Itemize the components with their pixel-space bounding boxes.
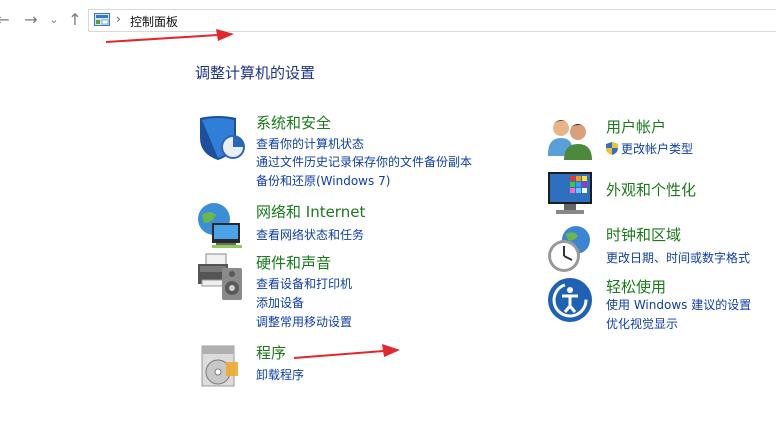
system-security-shield-icon[interactable] (196, 112, 246, 162)
category-title[interactable]: 硬件和声音 (256, 252, 331, 273)
link-recommended-settings[interactable]: 使用 Windows 建议的设置 (606, 296, 751, 313)
monitor-palette-icon[interactable] (546, 168, 596, 218)
annotation-arrow (105, 29, 234, 43)
link-backup-restore[interactable]: 备份和还原(Windows 7) (256, 172, 390, 189)
programs-disc-icon[interactable] (196, 342, 246, 392)
category-title[interactable]: 用户帐户 (606, 116, 666, 137)
link-uninstall-program[interactable]: 卸载程序 (256, 366, 304, 383)
clock-globe-icon[interactable] (546, 224, 596, 274)
uac-shield-icon (606, 142, 618, 155)
link-view-computer-status[interactable]: 查看你的计算机状态 (256, 135, 364, 152)
page-title: 调整计算机的设置 (195, 64, 316, 82)
users-icon[interactable] (546, 114, 596, 164)
link-optimize-visual-display[interactable]: 优化视觉显示 (606, 315, 678, 332)
breadcrumb-separator: › (116, 12, 121, 26)
category-title[interactable]: 轻松使用 (606, 276, 666, 297)
link-network-status[interactable]: 查看网络状态和任务 (256, 226, 364, 243)
link-devices-printers[interactable]: 查看设备和打印机 (256, 275, 352, 292)
category-title[interactable]: 网络和 Internet (256, 201, 365, 222)
control-panel-icon (94, 13, 110, 26)
link-add-device[interactable]: 添加设备 (256, 294, 304, 311)
link-date-time-format[interactable]: 更改日期、时间或数字格式 (606, 249, 750, 266)
network-globe-icon[interactable] (196, 201, 246, 251)
recent-locations-chevron-icon[interactable]: ⌄ (45, 10, 63, 30)
category-title[interactable]: 程序 (256, 342, 286, 363)
category-title[interactable]: 外观和个性化 (606, 179, 696, 200)
link-mobility-settings[interactable]: 调整常用移动设置 (256, 313, 352, 330)
annotation-arrow (293, 344, 400, 359)
link-file-history-backup[interactable]: 通过文件历史记录保存你的文件备份副本 (256, 153, 472, 170)
category-title[interactable]: 时钟和区域 (606, 224, 681, 245)
up-arrow-icon[interactable]: ↑ (66, 10, 84, 30)
back-arrow-icon[interactable]: ← (0, 10, 12, 30)
printer-speaker-icon[interactable] (196, 252, 246, 302)
forward-arrow-icon[interactable]: → (22, 10, 40, 30)
link-change-account-type[interactable]: 更改帐户类型 (606, 140, 693, 157)
category-title[interactable]: 系统和安全 (256, 112, 331, 133)
link-label[interactable]: 更改帐户类型 (621, 142, 693, 156)
ease-of-access-icon[interactable] (546, 276, 596, 326)
